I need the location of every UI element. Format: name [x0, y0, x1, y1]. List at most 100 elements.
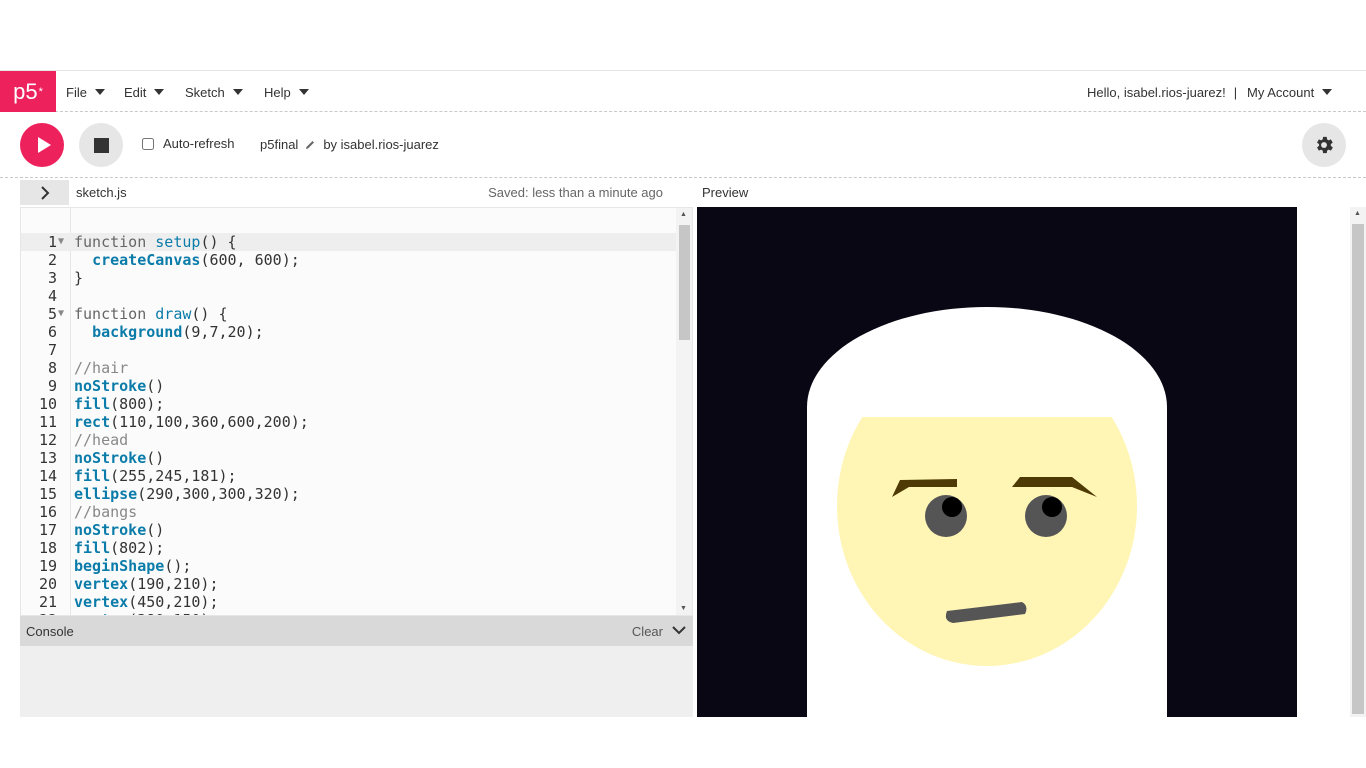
- code-line[interactable]: 2 createCanvas(600, 600);: [21, 251, 676, 269]
- code-text[interactable]: vertex(450,210);: [74, 593, 219, 611]
- preview-drawing: [697, 207, 1297, 717]
- code-line[interactable]: 10 fill(800);: [21, 395, 676, 413]
- auto-refresh-toggle[interactable]: Auto-refresh: [142, 136, 235, 151]
- code-editor[interactable]: 1 ▼ function setup() {2 createCanvas(600, …: [20, 207, 693, 616]
- sketch-preview-canvas[interactable]: [697, 207, 1297, 717]
- menu-edit[interactable]: Edit: [124, 71, 165, 113]
- code-text[interactable]: fill(255,245,181);: [74, 467, 237, 485]
- code-line[interactable]: 1 ▼ function setup() {: [21, 233, 676, 251]
- line-number: 14: [38, 467, 57, 485]
- code-line[interactable]: 18 fill(802);: [21, 539, 676, 557]
- scroll-up-icon[interactable]: ▲: [680, 211, 687, 218]
- caret-down-icon: [94, 89, 105, 95]
- line-number: 10: [38, 395, 57, 413]
- line-number: 20: [38, 575, 57, 593]
- code-text[interactable]: fill(800);: [74, 395, 164, 413]
- code-text[interactable]: function draw() {: [74, 305, 228, 323]
- fold-arrow-icon[interactable]: ▼: [58, 233, 64, 251]
- sketch-name[interactable]: p5final: [260, 137, 298, 152]
- code-text[interactable]: }: [74, 269, 83, 287]
- play-button[interactable]: [20, 123, 64, 167]
- sketch-title: p5final by isabel.rios-juarez: [260, 137, 439, 152]
- line-number: 4: [47, 287, 57, 305]
- code-line[interactable]: 3}: [21, 269, 676, 287]
- code-line[interactable]: 11 rect(110,100,360,600,200);: [21, 413, 676, 431]
- menu-help-label: Help: [264, 84, 291, 100]
- greeting-text: Hello, isabel.rios-juarez!: [1087, 84, 1226, 100]
- sketch-author[interactable]: by isabel.rios-juarez: [323, 137, 439, 152]
- chevron-down-icon[interactable]: [671, 622, 687, 638]
- code-line[interactable]: 9 noStroke(): [21, 377, 676, 395]
- menu-bar: p5 * File Edit Sketch Help Hello, isabel.…: [0, 70, 1366, 113]
- code-text[interactable]: noStroke(): [74, 377, 164, 395]
- stop-button[interactable]: [79, 123, 123, 167]
- my-account-menu[interactable]: My Account: [1247, 71, 1333, 113]
- code-text[interactable]: background(9,7,20);: [74, 323, 264, 341]
- console-output: [20, 646, 693, 717]
- preview-scrollbar[interactable]: ▲: [1350, 207, 1366, 717]
- code-line[interactable]: 14 fill(255,245,181);: [21, 467, 676, 485]
- code-line[interactable]: 8 //hair: [21, 359, 676, 377]
- code-line[interactable]: 13 noStroke(): [21, 449, 676, 467]
- console-clear-button[interactable]: Clear: [632, 624, 663, 639]
- preview-scroll-thumb[interactable]: [1352, 224, 1364, 714]
- caret-down-icon: [232, 89, 243, 95]
- code-line[interactable]: 4: [21, 287, 676, 305]
- editor-header: sketch.js Saved: less than a minute ago: [20, 178, 693, 207]
- line-number: 19: [38, 557, 57, 575]
- code-line[interactable]: 17 noStroke(): [21, 521, 676, 539]
- code-line[interactable]: 15 ellipse(290,300,300,320);: [21, 485, 676, 503]
- auto-refresh-checkbox[interactable]: [142, 137, 154, 150]
- auto-refresh-label: Auto-refresh: [163, 136, 235, 151]
- my-account-label: My Account: [1247, 84, 1315, 100]
- menu-file[interactable]: File: [66, 71, 105, 113]
- code-line[interactable]: 20 vertex(190,210);: [21, 575, 676, 593]
- file-tab-sketch-js[interactable]: sketch.js: [76, 185, 127, 200]
- code-text[interactable]: //hair: [74, 359, 128, 377]
- code-line[interactable]: 5 ▼ function draw() {: [21, 305, 676, 323]
- code-text[interactable]: rect(110,100,360,600,200);: [74, 413, 309, 431]
- line-number: 16: [38, 503, 57, 521]
- pencil-icon[interactable]: [305, 140, 315, 150]
- code-line[interactable]: 19 beginShape();: [21, 557, 676, 575]
- line-number: 21: [38, 593, 57, 611]
- gear-icon: [1317, 136, 1333, 154]
- line-number: 13: [38, 449, 57, 467]
- code-line[interactable]: 7: [21, 341, 676, 359]
- line-number: 3: [47, 269, 57, 287]
- code-text[interactable]: fill(802);: [74, 539, 164, 557]
- caret-down-icon: [298, 89, 309, 95]
- user-greeting: Hello, isabel.rios-juarez! |: [1087, 71, 1245, 113]
- scroll-down-icon[interactable]: ▼: [680, 605, 687, 612]
- code-line[interactable]: 6 background(9,7,20);: [21, 323, 676, 341]
- sidebar-toggle-button[interactable]: [20, 180, 69, 205]
- code-text[interactable]: beginShape();: [74, 557, 191, 575]
- code-text[interactable]: //head: [74, 431, 128, 449]
- line-number: 8: [47, 359, 57, 377]
- code-lines[interactable]: 1 ▼ function setup() {2 createCanvas(600, …: [21, 233, 676, 615]
- code-text[interactable]: noStroke(): [74, 449, 164, 467]
- scroll-up-icon[interactable]: ▲: [1354, 210, 1361, 217]
- code-text[interactable]: noStroke(): [74, 521, 164, 539]
- code-line[interactable]: 21 vertex(450,210);: [21, 593, 676, 611]
- code-text[interactable]: function setup() {: [74, 233, 237, 251]
- code-text[interactable]: createCanvas(600, 600);: [74, 251, 300, 269]
- code-line[interactable]: 16 //bangs: [21, 503, 676, 521]
- code-text[interactable]: //bangs: [74, 503, 137, 521]
- menu-sketch-label: Sketch: [185, 84, 225, 100]
- menu-help[interactable]: Help: [264, 71, 309, 113]
- menu-sketch[interactable]: Sketch: [185, 71, 243, 113]
- fold-arrow-icon[interactable]: ▼: [58, 305, 64, 323]
- line-number: 12: [38, 431, 57, 449]
- p5-logo[interactable]: p5 *: [0, 71, 56, 113]
- editor-scroll-thumb[interactable]: [679, 225, 690, 340]
- line-number: 9: [47, 377, 57, 395]
- logo-text: p5: [13, 79, 38, 104]
- play-icon: [37, 137, 51, 153]
- code-text[interactable]: vertex(190,210);: [74, 575, 219, 593]
- code-text[interactable]: ellipse(290,300,300,320);: [74, 485, 300, 503]
- settings-button[interactable]: [1302, 123, 1346, 167]
- editor-scrollbar[interactable]: ▲ ▼: [676, 208, 692, 615]
- code-line[interactable]: 12 //head: [21, 431, 676, 449]
- menu-edit-label: Edit: [124, 84, 147, 100]
